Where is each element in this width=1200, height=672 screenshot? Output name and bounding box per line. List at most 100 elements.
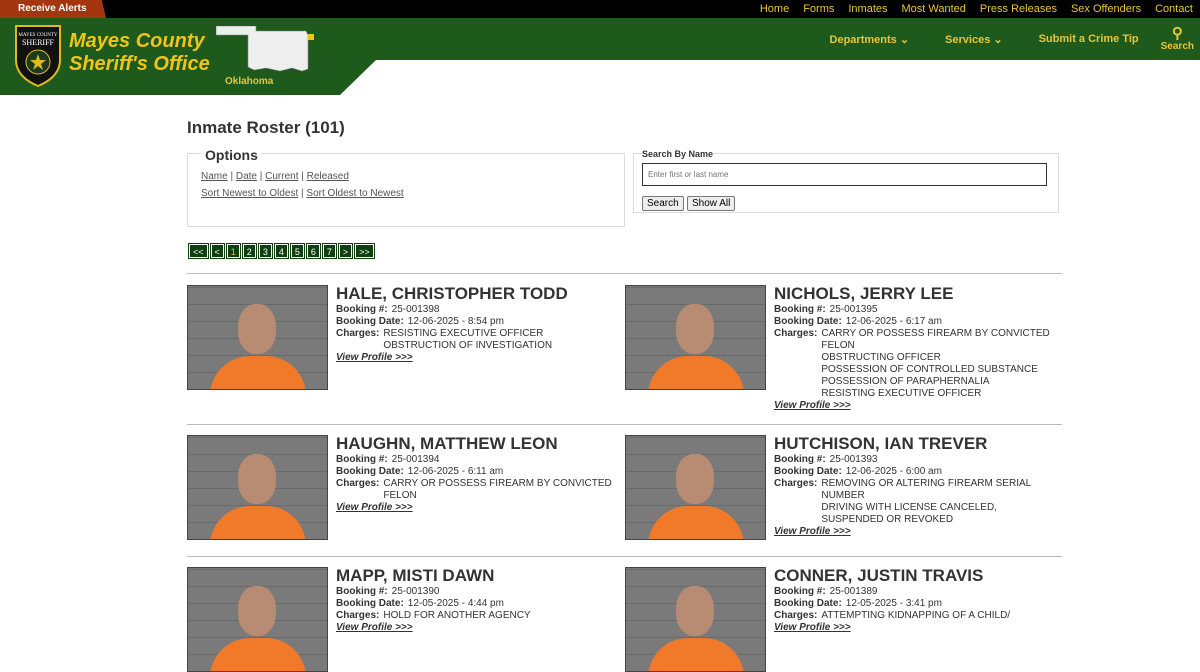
charge: HOLD FOR ANOTHER AGENCY [383,610,531,621]
mugshot-photo[interactable] [187,285,328,390]
options-panel: Options Name | Date | Current | Released… [187,147,625,227]
search-icon: ⚲ [1171,24,1183,42]
inmate-name[interactable]: HUTCHISON, IAN TREVER [774,435,1059,453]
view-profile-link[interactable]: View Profile >>> [774,622,1059,634]
inmate-name[interactable]: HAUGHN, MATTHEW LEON [336,435,621,453]
booking-date: 12-05-2025 - 3:41 pm [845,598,942,609]
sort-oldest[interactable]: Sort Oldest to Newest [306,188,403,199]
view-profile-link[interactable]: View Profile >>> [774,526,1059,538]
booking-number: 25-001393 [829,454,878,465]
date-label: Booking Date: [336,466,404,477]
filter-released[interactable]: Released [307,171,349,182]
nav-departments[interactable]: Departments ⌄ [830,33,910,46]
booking-number: 25-001394 [391,454,440,465]
booking-date: 12-06-2025 - 6:11 am [407,466,504,477]
top-nav-contact[interactable]: Contact [1148,0,1200,18]
charge: OBSTRUCTING OFFICER [821,352,941,363]
inmate-name[interactable]: HALE, CHRISTOPHER TODD [336,285,621,303]
page-link[interactable]: 2 [241,243,257,259]
top-nav-forms[interactable]: Forms [796,0,841,18]
mugshot-photo[interactable] [625,435,766,540]
date-label: Booking Date: [774,316,842,327]
search-panel: Search By Name Search Show All [633,149,1059,213]
booking-label: Booking #: [774,304,826,315]
booking-number: 25-001395 [829,304,878,315]
page-title: Inmate Roster (101) [187,118,345,137]
top-nav-most-wanted[interactable]: Most Wanted [895,0,973,18]
view-profile-link[interactable]: View Profile >>> [774,400,1059,412]
inmate-name[interactable]: MAPP, MISTI DAWN [336,567,621,585]
top-bar: Receive Alerts Home Forms Inmates Most Want… [0,0,1200,18]
date-label: Booking Date: [336,316,404,327]
page-link[interactable]: << [188,243,209,259]
booking-label: Booking #: [336,454,388,465]
charges-label: Charges: [336,328,380,339]
top-nav-inmates[interactable]: Inmates [841,0,894,18]
page-link[interactable]: >> [354,243,375,259]
state-label: Oklahoma [225,76,274,87]
mugshot-photo[interactable] [187,435,328,540]
charge: DRIVING WITH LICENSE CANCELED, SUSPENDED… [821,502,997,525]
page-link[interactable]: 6 [305,243,321,259]
nav-services[interactable]: Services ⌄ [945,33,1003,46]
inmate-name[interactable]: CONNER, JUSTIN TRAVIS [774,567,1059,585]
page-link[interactable]: 5 [289,243,305,259]
name-search-input[interactable] [642,163,1047,186]
date-label: Booking Date: [774,466,842,477]
top-nav-press-releases[interactable]: Press Releases [973,0,1064,18]
charges-list: CARRY OR POSSESS FIREARM BY CONVICTED FE… [383,478,621,502]
page-link[interactable]: 7 [321,243,337,259]
oklahoma-map [216,26,314,72]
page-link[interactable]: 1 [225,243,241,259]
main-nav: Departments ⌄ Services ⌄ Submit a Crime … [830,18,1200,60]
charge: ATTEMPTING KIDNAPPING OF A CHILD/ [821,610,1011,621]
page-link[interactable]: < [209,243,225,259]
charges-label: Charges: [774,478,818,489]
site-header: MAYES COUNTY SHERIFF Mayes County Sheriff… [0,18,1200,95]
receive-alerts-link[interactable]: Receive Alerts [0,0,106,18]
inmate-name[interactable]: NICHOLS, JERRY LEE [774,285,1059,303]
view-profile-link[interactable]: View Profile >>> [336,352,621,364]
search-button[interactable]: ⚲ Search [1161,24,1194,52]
filter-date[interactable]: Date [236,171,257,182]
charges-list: REMOVING OR ALTERING FIREARM SERIAL NUMB… [821,478,1059,526]
charge: REMOVING OR ALTERING FIREARM SERIAL NUMB… [821,478,1031,501]
booking-date: 12-06-2025 - 6:00 am [845,466,942,477]
search-submit-button[interactable]: Search [642,196,684,211]
divider [187,273,1062,274]
date-label: Booking Date: [336,598,404,609]
top-nav-home[interactable]: Home [753,0,796,18]
charges-label: Charges: [774,610,818,621]
filter-current[interactable]: Current [265,171,298,182]
booking-date: 12-06-2025 - 8:54 pm [407,316,504,327]
filter-name[interactable]: Name [201,171,228,182]
top-nav-sex-offenders[interactable]: Sex Offenders [1064,0,1148,18]
main-content: Inmate Roster (101) Options Name | Date … [187,110,1062,672]
page-link[interactable]: 4 [273,243,289,259]
nav-crime-tip[interactable]: Submit a Crime Tip [1039,33,1139,45]
top-nav: Home Forms Inmates Most Wanted Press Release… [753,0,1200,18]
charges-label: Charges: [336,478,380,489]
show-all-button[interactable]: Show All [687,196,736,211]
sort-newest[interactable]: Sort Newest to Oldest [201,188,298,199]
charges-list: HOLD FOR ANOTHER AGENCY [383,610,530,622]
divider [187,424,1062,425]
mugshot-photo[interactable] [625,285,766,390]
charge: CARRY OR POSSESS FIREARM BY CONVICTED FE… [821,328,1050,351]
site-title[interactable]: Mayes County Sheriff's Office [69,30,210,76]
sheriff-badge-logo[interactable]: MAYES COUNTY SHERIFF [12,24,64,88]
view-profile-link[interactable]: View Profile >>> [336,622,621,634]
booking-number: 25-001389 [829,586,878,597]
charges-list: ATTEMPTING KIDNAPPING OF A CHILD/ [821,610,1010,622]
divider [187,556,1062,557]
booking-label: Booking #: [336,304,388,315]
charges-list: CARRY OR POSSESS FIREARM BY CONVICTED FE… [821,328,1059,400]
charge: POSSESSION OF PARAPHERNALIA [821,376,990,387]
charges-list: RESISTING EXECUTIVE OFFICER OBSTRUCTION O… [383,328,552,352]
charge: CARRY OR POSSESS FIREARM BY CONVICTED FE… [383,478,612,501]
view-profile-link[interactable]: View Profile >>> [336,502,621,514]
booking-label: Booking #: [774,454,826,465]
page-link[interactable]: > [337,243,354,259]
booking-number: 25-001390 [391,586,440,597]
page-link[interactable]: 3 [257,243,273,259]
